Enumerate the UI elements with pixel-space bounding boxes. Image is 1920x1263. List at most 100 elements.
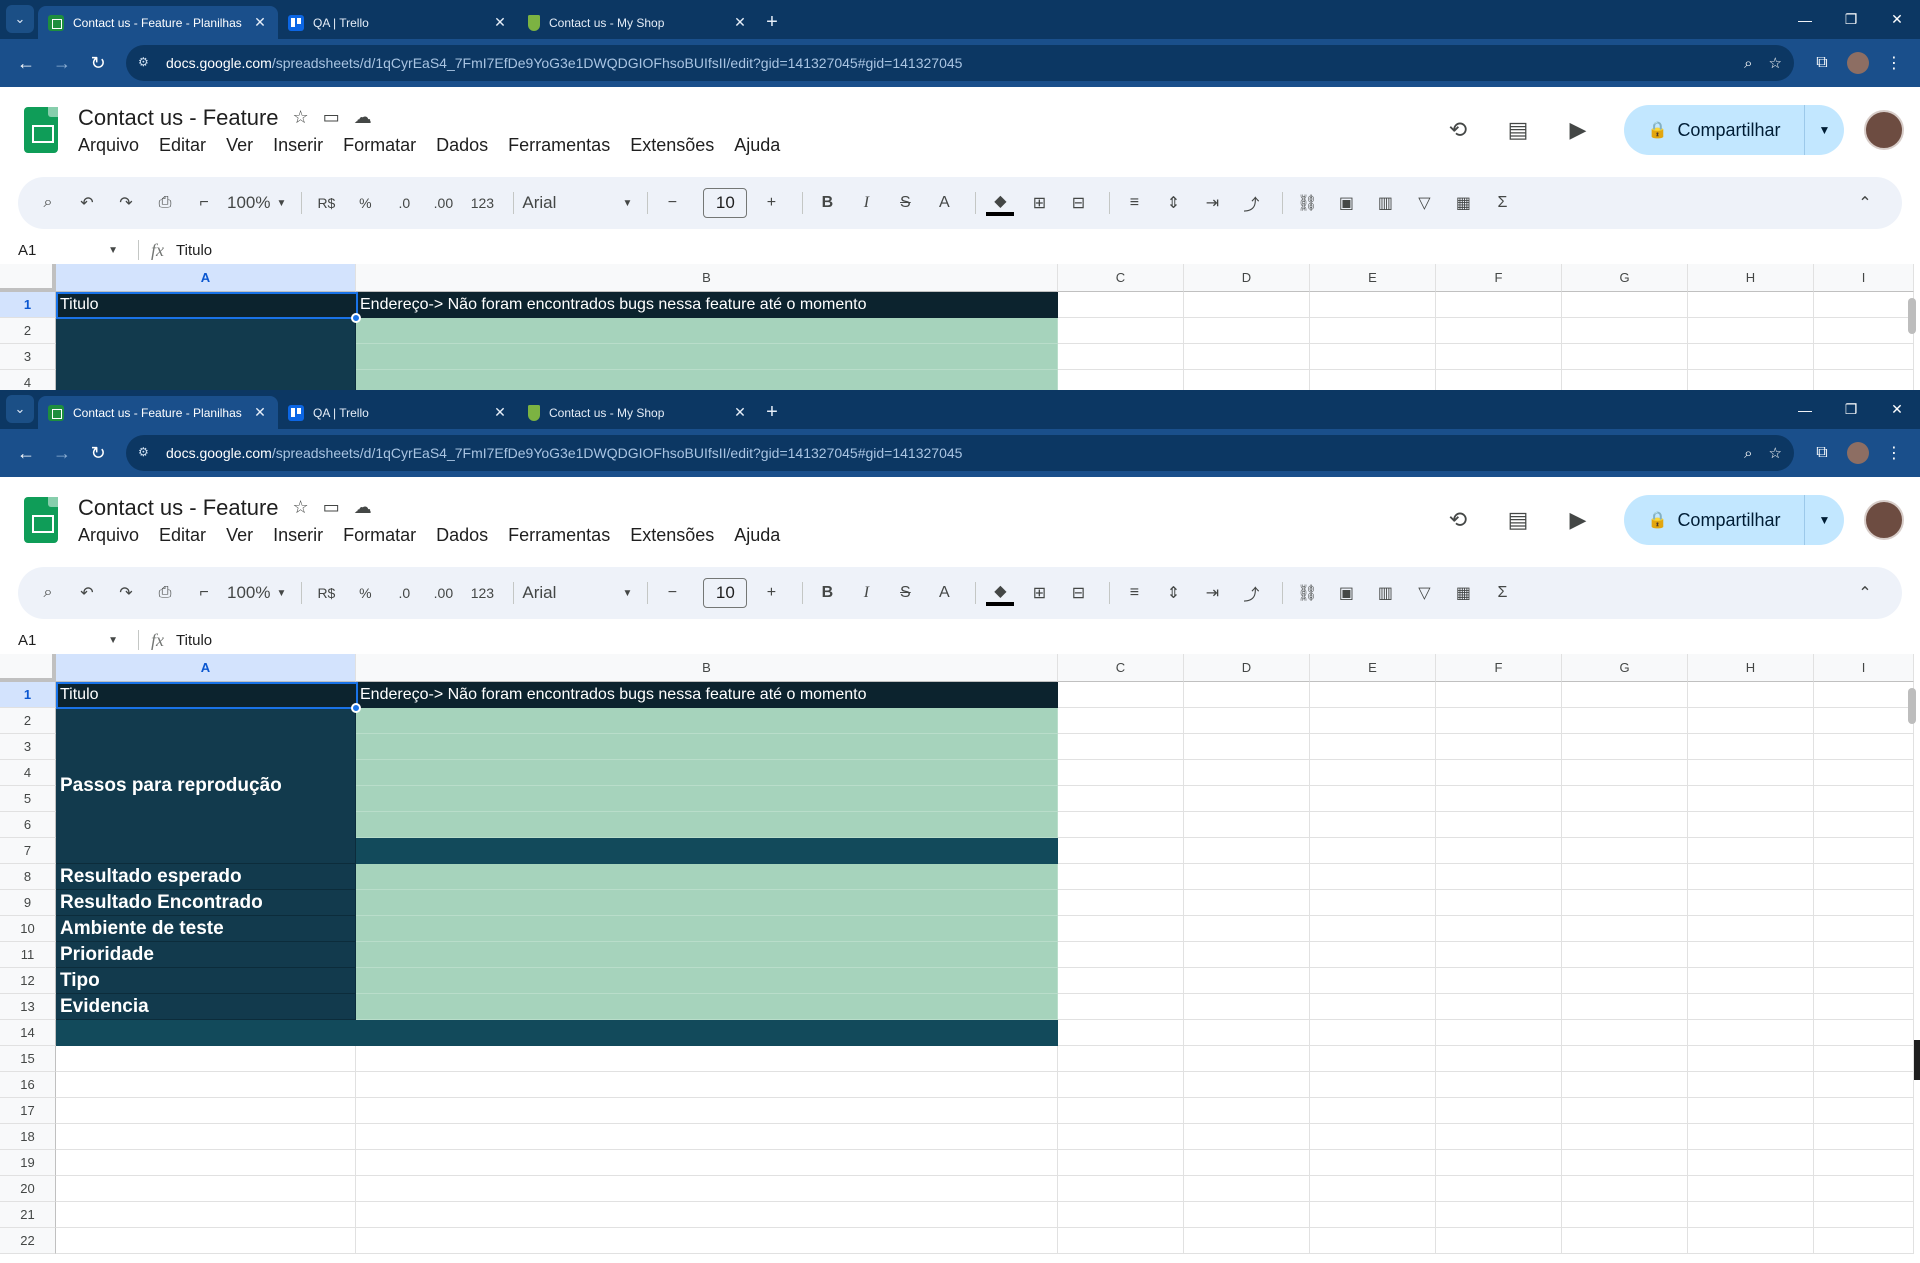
insert-link-icon[interactable]: ⛓	[1291, 577, 1323, 609]
filter-views-icon[interactable]: ▦	[1447, 577, 1479, 609]
close-tab-icon[interactable]: ✕	[252, 404, 268, 421]
vertical-scrollbar[interactable]	[1908, 688, 1916, 724]
select-all-corner[interactable]	[0, 264, 56, 292]
restore-icon[interactable]: ❐	[1828, 390, 1874, 429]
grid-cell[interactable]	[1310, 708, 1436, 734]
value-cell[interactable]	[356, 370, 1058, 390]
new-tab-button[interactable]: +	[758, 6, 786, 39]
grid-cell[interactable]	[1058, 864, 1184, 890]
meet-camera-icon[interactable]: ▶	[1558, 500, 1598, 540]
cell-b1[interactable]: Endereço-> Não foram encontrados bugs ne…	[356, 292, 1058, 318]
grid-cell[interactable]	[1562, 1046, 1688, 1072]
grid-cell[interactable]	[1436, 890, 1562, 916]
grid-cell[interactable]	[1058, 1228, 1184, 1254]
text-rotation-icon[interactable]: ⤴	[1235, 577, 1267, 609]
grid-cell[interactable]	[1058, 760, 1184, 786]
new-tab-button[interactable]: +	[758, 396, 786, 429]
value-cell[interactable]	[356, 734, 1058, 760]
grid-cell[interactable]	[1562, 682, 1688, 708]
row-header[interactable]: 20	[0, 1176, 56, 1202]
grid-cell[interactable]	[1184, 1072, 1310, 1098]
grid-cell[interactable]	[1814, 1176, 1914, 1202]
more-formats-button[interactable]: 123	[466, 577, 498, 609]
comments-icon[interactable]: ▤	[1498, 110, 1538, 150]
grid-cell[interactable]	[356, 1202, 1058, 1228]
column-header[interactable]: B	[356, 264, 1058, 292]
grid-cell[interactable]	[1184, 812, 1310, 838]
column-header[interactable]: D	[1184, 264, 1310, 292]
minimize-icon[interactable]: —	[1782, 0, 1828, 39]
grid-cell[interactable]	[1688, 994, 1814, 1020]
column-header[interactable]: G	[1562, 264, 1688, 292]
print-icon[interactable]: ⎙	[149, 187, 181, 219]
undo-icon[interactable]: ↶	[71, 187, 103, 219]
grid-cell[interactable]	[1688, 838, 1814, 864]
grid-cell[interactable]	[56, 1098, 356, 1124]
grid-cell[interactable]	[1814, 1098, 1914, 1124]
text-rotation-icon[interactable]: ⤴	[1235, 187, 1267, 219]
menu-ferramentas[interactable]: Ferramentas	[508, 135, 610, 156]
undo-icon[interactable]: ↶	[71, 577, 103, 609]
menu-formatar[interactable]: Formatar	[343, 135, 416, 156]
text-color-button[interactable]: A	[928, 187, 960, 219]
grid-cell[interactable]	[1058, 1150, 1184, 1176]
grid-cell[interactable]	[1058, 292, 1184, 318]
grid-cell[interactable]	[1562, 708, 1688, 734]
grid-cell[interactable]	[1058, 1072, 1184, 1098]
grid-cell[interactable]	[1562, 292, 1688, 318]
close-tab-icon[interactable]: ✕	[732, 14, 748, 31]
label-cell[interactable]: Prioridade	[56, 942, 356, 968]
site-info-icon[interactable]: ⚙	[138, 445, 154, 461]
column-header[interactable]: F	[1436, 654, 1562, 682]
zoom-select[interactable]: 100% ▼	[227, 187, 286, 219]
tab-sheets[interactable]: Contact us - Feature - Planilhas ✕	[38, 6, 278, 39]
grid-cell[interactable]	[1814, 734, 1914, 760]
menu-extensoes[interactable]: Extensões	[630, 525, 714, 546]
extensions-icon[interactable]: ⧉	[1804, 435, 1840, 471]
row-header[interactable]: 17	[0, 1098, 56, 1124]
redo-icon[interactable]: ↷	[110, 577, 142, 609]
move-folder-icon[interactable]: ▭	[323, 497, 340, 518]
grid-cell[interactable]	[1814, 812, 1914, 838]
grid-cell[interactable]	[1562, 864, 1688, 890]
column-header[interactable]: B	[356, 654, 1058, 682]
grid-cell[interactable]	[1436, 1020, 1562, 1046]
fill-color-icon[interactable]: ◆	[984, 577, 1016, 609]
insert-comment-icon[interactable]: ▣	[1330, 187, 1362, 219]
close-tab-icon[interactable]: ✕	[492, 14, 508, 31]
column-header[interactable]: C	[1058, 264, 1184, 292]
fill-handle[interactable]	[351, 313, 361, 323]
paint-format-icon[interactable]: ⌐	[188, 577, 220, 609]
column-header[interactable]: I	[1814, 264, 1914, 292]
value-cell[interactable]	[356, 864, 1058, 890]
cell-a1[interactable]: Titulo	[56, 292, 356, 318]
grid-cell[interactable]	[1688, 1020, 1814, 1046]
row-header[interactable]: 15	[0, 1046, 56, 1072]
grid-cell[interactable]	[1310, 864, 1436, 890]
grid-cell[interactable]	[1562, 370, 1688, 390]
row-header[interactable]: 7	[0, 838, 56, 864]
grid-cell[interactable]	[1184, 760, 1310, 786]
grid-cell[interactable]	[1688, 1124, 1814, 1150]
row-header[interactable]: 9	[0, 890, 56, 916]
row-header[interactable]: 14	[0, 1020, 56, 1046]
label-cell[interactable]: Resultado esperado	[56, 864, 356, 890]
grid-cell[interactable]	[1184, 1124, 1310, 1150]
cell-steps-label[interactable]	[56, 318, 356, 390]
grid-cell[interactable]	[1184, 708, 1310, 734]
grid-cell[interactable]	[1184, 968, 1310, 994]
grid-cell[interactable]	[1562, 1176, 1688, 1202]
grid-cell[interactable]	[1814, 890, 1914, 916]
text-wrapping-icon[interactable]: ⇥	[1196, 577, 1228, 609]
cell-steps-label[interactable]: Passos para reprodução	[56, 708, 356, 864]
grid-cell[interactable]	[1436, 1202, 1562, 1228]
merge-cells-icon[interactable]: ⊟	[1062, 187, 1094, 219]
grid-cell[interactable]	[1058, 968, 1184, 994]
grid-cell[interactable]	[1184, 942, 1310, 968]
grid-cell[interactable]	[1436, 1228, 1562, 1254]
sheets-logo-icon[interactable]	[24, 497, 58, 543]
browser-menu-icon[interactable]: ⋮	[1876, 45, 1912, 81]
collapse-menu-icon[interactable]: ⌃	[1849, 187, 1881, 219]
value-cell[interactable]	[356, 942, 1058, 968]
grid-cell[interactable]	[1688, 318, 1814, 344]
